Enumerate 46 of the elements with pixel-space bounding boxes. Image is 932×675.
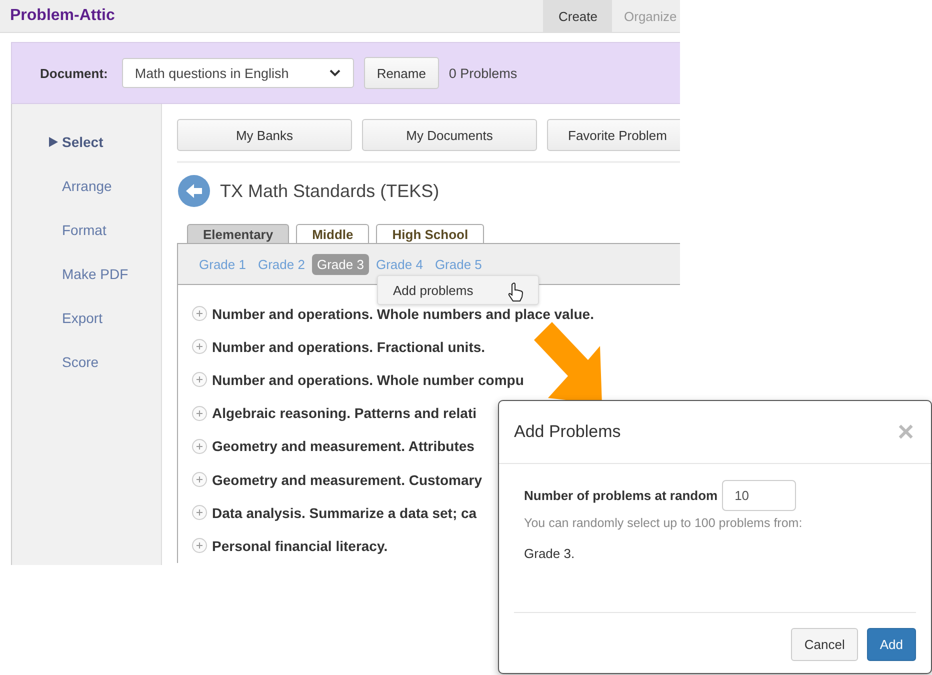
plus-icon[interactable] (192, 438, 207, 454)
plus-icon[interactable] (192, 339, 207, 354)
hand-cursor-icon (508, 282, 524, 302)
sidebar-item[interactable]: Score (62, 354, 99, 370)
app-logo[interactable]: Problem-Attic (10, 7, 115, 25)
topic-label[interactable]: Personal financial literacy. (212, 538, 388, 554)
source-button[interactable]: My Documents (362, 119, 537, 151)
sidebar-item[interactable]: Export (62, 310, 102, 326)
sidebar-item[interactable]: Make PDF (62, 266, 128, 282)
dialog-title: Add Problems (514, 422, 621, 442)
topic-label[interactable]: Geometry and measurement. Customary (212, 472, 482, 488)
plus-icon[interactable] (192, 406, 207, 421)
add-button[interactable]: Add (866, 628, 916, 661)
sidebar-item[interactable]: Select (62, 134, 104, 150)
sidebar-item[interactable]: Arrange (62, 178, 112, 194)
page-heading: TX Math Standards (TEKS) (220, 180, 440, 202)
help-text: You can randomly select up to 100 problems from: (524, 516, 802, 530)
chevron-down-icon (328, 69, 341, 77)
rename-button[interactable]: Rename (364, 57, 439, 89)
source-button[interactable]: My Banks (177, 119, 352, 151)
topic-label[interactable]: Number and operations. Whole number compu (212, 372, 524, 388)
topic-label[interactable]: Data analysis. Summarize a data set; ca (212, 504, 477, 521)
plus-icon[interactable] (192, 306, 207, 322)
cancel-button[interactable]: Cancel (791, 628, 858, 661)
field-label: Number of problems at random (524, 488, 718, 503)
document-select[interactable]: Math questions in English (122, 58, 354, 88)
source-name: Grade 3. (524, 546, 575, 561)
level-tab[interactable]: Elementary (187, 224, 290, 243)
level-tab[interactable]: Middle (296, 224, 370, 243)
plus-icon[interactable] (192, 372, 207, 388)
count-input[interactable]: 10 (722, 480, 796, 511)
nav-tab[interactable]: Create (543, 0, 612, 32)
menu-item[interactable]: Add problems (378, 276, 538, 304)
topic-label[interactable]: Algebraic reasoning. Patterns and relati (212, 405, 477, 422)
plus-icon[interactable] (192, 538, 207, 554)
sidebar-item[interactable]: Format (62, 222, 106, 238)
triangle-right-icon (49, 137, 58, 147)
topic-label[interactable]: Geometry and measurement. Attributes (212, 438, 474, 454)
plus-icon[interactable] (192, 472, 207, 488)
topic-label[interactable]: Number and operations. Fractional units. (212, 338, 486, 355)
problem-count: 0 Problems (448, 66, 518, 80)
document-label: Document: (40, 66, 108, 80)
source-button[interactable]: Favorite Problem (547, 119, 680, 151)
plus-icon[interactable] (192, 505, 207, 520)
topic-label[interactable]: Number and operations. Whole numbers and place value. (212, 306, 594, 322)
level-tab[interactable]: High School (376, 224, 484, 243)
